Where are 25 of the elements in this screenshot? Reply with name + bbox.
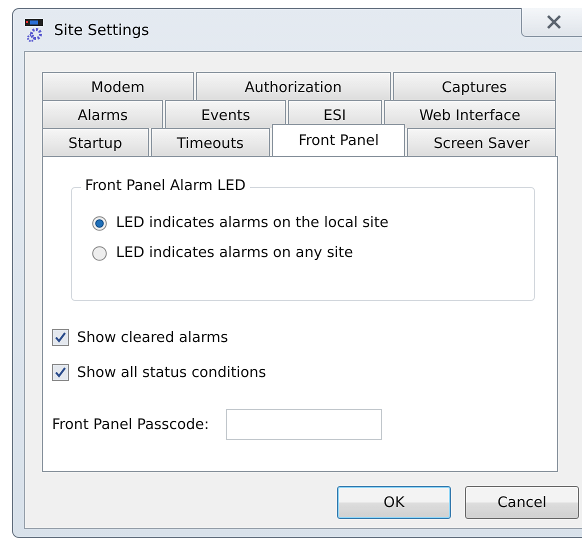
tab[interactable]: Screen Saver xyxy=(407,128,556,156)
close-button[interactable] xyxy=(521,8,582,37)
tab[interactable]: Web Interface xyxy=(384,100,556,128)
passcode-label: Front Panel Passcode: xyxy=(52,416,209,432)
tab[interactable]: Timeouts xyxy=(150,128,270,156)
checkbox-label[interactable]: Show all status conditions xyxy=(77,364,266,380)
tab[interactable]: Alarms xyxy=(42,100,164,128)
checkbox[interactable] xyxy=(52,329,69,346)
tab[interactable]: Captures xyxy=(392,72,556,100)
radio-label[interactable]: LED indicates alarms on the local site xyxy=(116,215,389,231)
tab[interactable]: Authorization xyxy=(196,72,391,100)
checkbox[interactable] xyxy=(52,364,69,381)
tab[interactable]: Front Panel xyxy=(272,124,406,156)
close-icon xyxy=(546,15,562,29)
radio-button[interactable] xyxy=(92,246,107,260)
ok-button[interactable]: OK xyxy=(337,486,451,519)
passcode-field[interactable] xyxy=(226,409,382,440)
radio-button[interactable] xyxy=(92,216,107,230)
tab[interactable]: Modem xyxy=(42,72,194,100)
tab[interactable]: Events xyxy=(165,100,286,128)
tab[interactable]: Startup xyxy=(42,128,149,156)
cancel-button[interactable]: Cancel xyxy=(465,486,579,519)
window-title: Site Settings xyxy=(54,21,150,39)
checkbox-label[interactable]: Show cleared alarms xyxy=(77,330,228,346)
radio-label[interactable]: LED indicates alarms on any site xyxy=(116,245,354,261)
